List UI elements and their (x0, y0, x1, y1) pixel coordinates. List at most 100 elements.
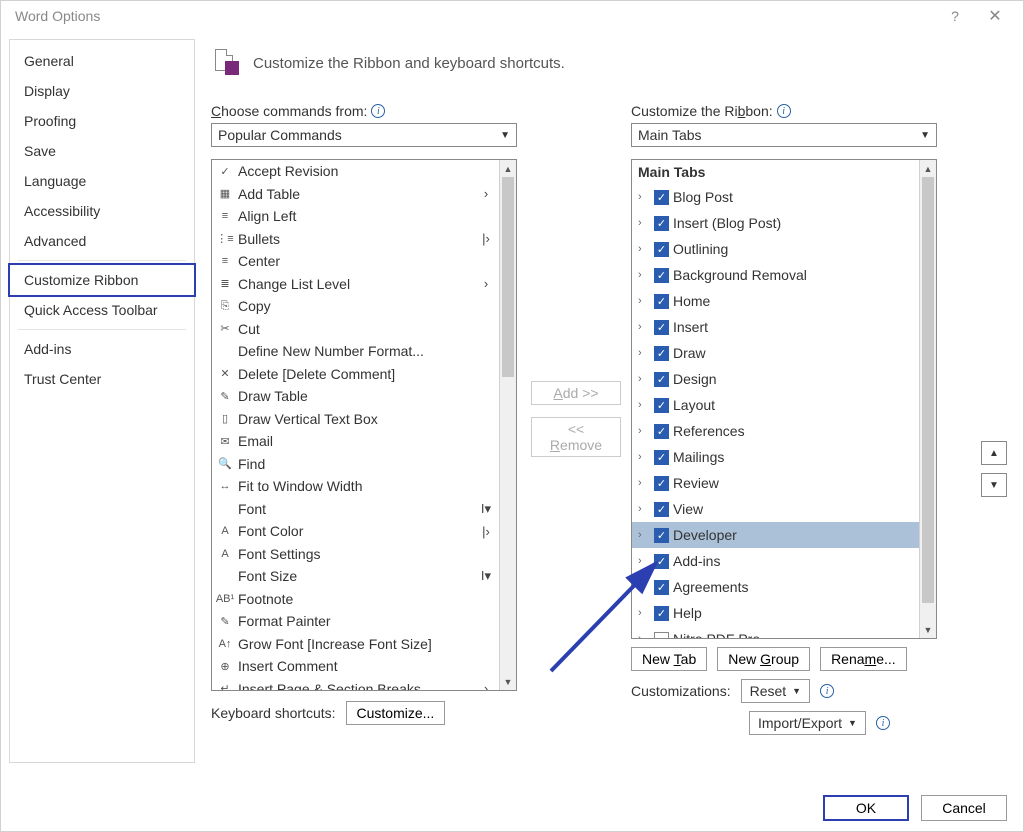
command-item[interactable]: 🔍 Find (212, 453, 499, 476)
tree-item[interactable]: › ✓ Insert (Blog Post) (632, 210, 919, 236)
expand-icon[interactable]: › (638, 399, 652, 411)
sidebar-item-quick-access[interactable]: Quick Access Toolbar (10, 295, 194, 325)
checkbox[interactable]: ✓ (654, 320, 669, 335)
info-icon[interactable]: i (876, 716, 890, 730)
command-item[interactable]: ⎘ Copy (212, 295, 499, 318)
sidebar-item-display[interactable]: Display (10, 76, 194, 106)
tree-item[interactable]: › ✓ Review (632, 470, 919, 496)
checkbox[interactable]: ✓ (654, 294, 669, 309)
choose-commands-dropdown[interactable]: Popular Commands ▼ (211, 123, 517, 147)
command-item[interactable]: ✉ Email (212, 430, 499, 453)
sidebar-item-general[interactable]: General (10, 46, 194, 76)
tree-item[interactable]: › ✓ Design (632, 366, 919, 392)
expand-icon[interactable]: › (638, 425, 652, 437)
command-item[interactable]: AB¹ Footnote (212, 588, 499, 611)
checkbox[interactable]: ✓ (654, 528, 669, 543)
move-up-button[interactable]: ▲ (981, 441, 1007, 465)
add-button[interactable]: Add >> (531, 381, 621, 405)
expand-icon[interactable]: › (638, 373, 652, 385)
tree-item[interactable]: › ✓ References (632, 418, 919, 444)
info-icon[interactable]: i (777, 104, 791, 118)
checkbox[interactable]: ✓ (654, 424, 669, 439)
tree-item[interactable]: › ✓ Home (632, 288, 919, 314)
command-item[interactable]: ⊕ Insert Comment (212, 655, 499, 678)
tree-scrollbar[interactable]: ▲ ▼ (919, 160, 936, 638)
command-item[interactable]: ✎ Format Painter (212, 610, 499, 633)
expand-icon[interactable]: › (638, 295, 652, 307)
expand-icon[interactable]: › (638, 217, 652, 229)
expand-icon[interactable]: › (638, 503, 652, 515)
checkbox[interactable]: ✓ (654, 216, 669, 231)
sidebar-item-trust-center[interactable]: Trust Center (10, 364, 194, 394)
commands-scrollbar[interactable]: ▲ ▼ (499, 160, 516, 690)
tree-item[interactable]: › ✓ Insert (632, 314, 919, 340)
checkbox[interactable]: ✓ (654, 554, 669, 569)
scroll-up-icon[interactable]: ▲ (500, 160, 516, 177)
ribbon-tree[interactable]: Main Tabs › ✓ Blog Post› ✓ Insert (Blog … (631, 159, 937, 639)
tree-item[interactable]: › ✓ Outlining (632, 236, 919, 262)
customize-keyboard-button[interactable]: Customize... (346, 701, 446, 725)
checkbox[interactable]: ✓ (654, 606, 669, 621)
tree-item[interactable]: › ✓ Mailings (632, 444, 919, 470)
sidebar-item-advanced[interactable]: Advanced (10, 226, 194, 256)
tree-item[interactable]: › ✓ Agreements (632, 574, 919, 600)
command-item[interactable]: ≡ Align Left (212, 205, 499, 228)
command-item[interactable]: A Font Color |› (212, 520, 499, 543)
sidebar-item-accessibility[interactable]: Accessibility (10, 196, 194, 226)
expand-icon[interactable]: › (638, 633, 652, 638)
command-item[interactable]: A Font Settings (212, 543, 499, 566)
command-item[interactable]: ≡ Center (212, 250, 499, 273)
command-item[interactable]: A↑ Grow Font [Increase Font Size] (212, 633, 499, 656)
command-item[interactable]: Font Size I▾ (212, 565, 499, 588)
tree-item[interactable]: › ✓ Help (632, 600, 919, 626)
info-icon[interactable]: i (820, 684, 834, 698)
command-item[interactable]: ⋮≡ Bullets |› (212, 228, 499, 251)
checkbox[interactable]: ✓ (654, 502, 669, 517)
command-item[interactable]: ▯ Draw Vertical Text Box (212, 408, 499, 431)
expand-icon[interactable]: › (638, 269, 652, 281)
checkbox[interactable]: ✓ (654, 242, 669, 257)
expand-icon[interactable]: › (638, 451, 652, 463)
sidebar-item-addins[interactable]: Add-ins (10, 334, 194, 364)
checkbox[interactable] (654, 632, 669, 639)
commands-listbox[interactable]: ✓ Accept Revision ▦ Add Table ›≡ Align L… (211, 159, 517, 691)
expand-icon[interactable]: › (638, 191, 652, 203)
rename-button[interactable]: Rename... (820, 647, 907, 671)
tree-item[interactable]: › Nitro PDF Pro (632, 626, 919, 638)
remove-button[interactable]: << Remove (531, 417, 621, 457)
checkbox[interactable]: ✓ (654, 268, 669, 283)
close-icon[interactable]: ✕ (975, 6, 1015, 26)
import-export-dropdown[interactable]: Import/Export▼ (749, 711, 866, 735)
checkbox[interactable]: ✓ (654, 450, 669, 465)
command-item[interactable]: Font I▾ (212, 498, 499, 521)
command-item[interactable]: ≣ Change List Level › (212, 273, 499, 296)
help-icon[interactable]: ? (935, 8, 975, 24)
tree-item[interactable]: › ✓ Draw (632, 340, 919, 366)
tree-item[interactable]: › ✓ Add-ins (632, 548, 919, 574)
checkbox[interactable]: ✓ (654, 398, 669, 413)
sidebar-item-customize-ribbon[interactable]: Customize Ribbon (8, 263, 196, 297)
expand-icon[interactable]: › (638, 477, 652, 489)
expand-icon[interactable]: › (638, 555, 652, 567)
tree-item[interactable]: › ✓ Layout (632, 392, 919, 418)
reset-dropdown[interactable]: Reset▼ (741, 679, 811, 703)
sidebar-item-language[interactable]: Language (10, 166, 194, 196)
command-item[interactable]: ✓ Accept Revision (212, 160, 499, 183)
expand-icon[interactable]: › (638, 529, 652, 541)
expand-icon[interactable]: › (638, 321, 652, 333)
expand-icon[interactable]: › (638, 581, 652, 593)
command-item[interactable]: ▦ Add Table › (212, 183, 499, 206)
expand-icon[interactable]: › (638, 243, 652, 255)
sidebar-item-save[interactable]: Save (10, 136, 194, 166)
expand-icon[interactable]: › (638, 607, 652, 619)
command-item[interactable]: Define New Number Format... (212, 340, 499, 363)
sidebar-item-proofing[interactable]: Proofing (10, 106, 194, 136)
scroll-up-icon[interactable]: ▲ (920, 160, 936, 177)
command-item[interactable]: ✂ Cut (212, 318, 499, 341)
customize-ribbon-dropdown[interactable]: Main Tabs ▼ (631, 123, 937, 147)
expand-icon[interactable]: › (638, 347, 652, 359)
info-icon[interactable]: i (371, 104, 385, 118)
new-tab-button[interactable]: New Tab (631, 647, 707, 671)
command-item[interactable]: ✎ Draw Table (212, 385, 499, 408)
scroll-down-icon[interactable]: ▼ (500, 673, 516, 690)
